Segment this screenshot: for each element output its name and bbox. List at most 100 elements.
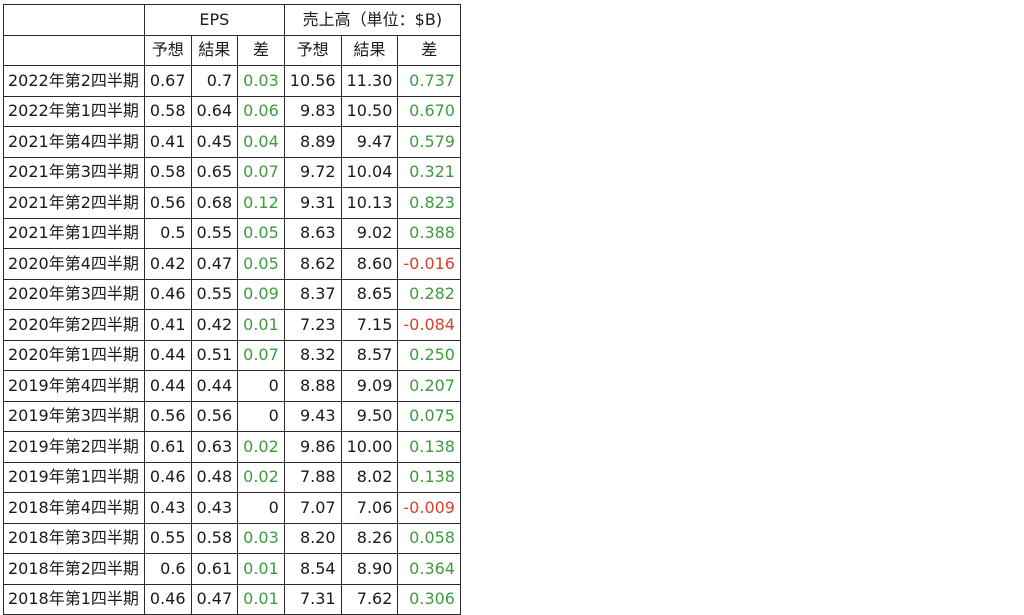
cell-eps-forecast: 0.55 <box>143 522 192 554</box>
table-row: 2018年第4四半期 0.43 0.43 0 7.07 7.06 -0.009 <box>3 492 461 524</box>
cell-revenue-forecast: 8.88 <box>283 370 342 402</box>
cell-period: 2021年第4四半期 <box>3 126 145 158</box>
header-revenue-forecast: 予想 <box>283 34 342 66</box>
cell-revenue-result: 8.60 <box>340 248 399 280</box>
cell-eps-result: 0.56 <box>190 400 239 432</box>
table-row: 2021年第2四半期 0.56 0.68 0.12 9.31 10.13 0.823 <box>3 187 461 219</box>
table-row: 2019年第1四半期 0.46 0.48 0.02 7.88 8.02 0.138 <box>3 461 461 493</box>
table-row: 2020年第3四半期 0.46 0.55 0.09 8.37 8.65 0.282 <box>3 278 461 310</box>
cell-eps-diff: 0.02 <box>237 431 285 463</box>
cell-revenue-diff: 0.670 <box>397 95 461 127</box>
cell-period: 2020年第2四半期 <box>3 309 145 341</box>
cell-revenue-diff: 0.282 <box>397 278 461 310</box>
cell-eps-diff: 0.04 <box>237 126 285 158</box>
cell-period: 2019年第2四半期 <box>3 431 145 463</box>
cell-eps-forecast: 0.61 <box>143 431 192 463</box>
cell-period: 2019年第3四半期 <box>3 400 145 432</box>
cell-revenue-forecast: 9.43 <box>283 400 342 432</box>
cell-eps-result: 0.44 <box>190 370 239 402</box>
table-row: 2021年第4四半期 0.41 0.45 0.04 8.89 9.47 0.579 <box>3 126 461 158</box>
cell-eps-diff: 0.01 <box>237 553 285 585</box>
cell-eps-forecast: 0.5 <box>143 217 192 249</box>
cell-eps-result: 0.47 <box>190 248 239 280</box>
cell-revenue-result: 7.62 <box>340 583 399 615</box>
cell-revenue-result: 11.30 <box>340 65 399 97</box>
cell-eps-diff: 0.02 <box>237 461 285 493</box>
cell-revenue-diff: 0.364 <box>397 553 461 585</box>
cell-eps-diff: 0.05 <box>237 248 285 280</box>
cell-revenue-forecast: 8.62 <box>283 248 342 280</box>
cell-eps-forecast: 0.58 <box>143 95 192 127</box>
cell-period: 2020年第1四半期 <box>3 339 145 371</box>
cell-period: 2022年第1四半期 <box>3 95 145 127</box>
cell-eps-result: 0.48 <box>190 461 239 493</box>
cell-revenue-forecast: 9.83 <box>283 95 342 127</box>
cell-eps-result: 0.45 <box>190 126 239 158</box>
cell-period: 2022年第2四半期 <box>3 65 145 97</box>
header-group-eps: EPS <box>143 4 285 36</box>
cell-revenue-result: 10.04 <box>340 156 399 188</box>
cell-revenue-forecast: 9.86 <box>283 431 342 463</box>
cell-period: 2021年第3四半期 <box>3 156 145 188</box>
cell-eps-forecast: 0.67 <box>143 65 192 97</box>
cell-eps-result: 0.42 <box>190 309 239 341</box>
cell-eps-diff: 0.06 <box>237 95 285 127</box>
table-row: 2021年第1四半期 0.5 0.55 0.05 8.63 9.02 0.388 <box>3 217 461 249</box>
cell-revenue-result: 10.13 <box>340 187 399 219</box>
table-row: 2022年第1四半期 0.58 0.64 0.06 9.83 10.50 0.670 <box>3 95 461 127</box>
header-revenue-result: 結果 <box>340 34 399 66</box>
cell-period: 2020年第4四半期 <box>3 248 145 280</box>
header-corner-cell <box>3 4 145 36</box>
header-eps-forecast: 予想 <box>143 34 192 66</box>
table-row: 2022年第2四半期 0.67 0.7 0.03 10.56 11.30 0.737 <box>3 65 461 97</box>
cell-eps-result: 0.63 <box>190 431 239 463</box>
cell-eps-forecast: 0.41 <box>143 126 192 158</box>
header-row-subcolumns: 予想 結果 差 予想 結果 差 <box>3 34 461 66</box>
cell-revenue-diff: 0.737 <box>397 65 461 97</box>
table-row: 2018年第3四半期 0.55 0.58 0.03 8.20 8.26 0.058 <box>3 522 461 554</box>
cell-eps-result: 0.68 <box>190 187 239 219</box>
cell-eps-diff: 0.01 <box>237 309 285 341</box>
cell-revenue-result: 8.90 <box>340 553 399 585</box>
table-row: 2019年第3四半期 0.56 0.56 0 9.43 9.50 0.075 <box>3 400 461 432</box>
cell-period: 2019年第1四半期 <box>3 461 145 493</box>
cell-eps-result: 0.64 <box>190 95 239 127</box>
cell-revenue-result: 9.02 <box>340 217 399 249</box>
cell-revenue-forecast: 8.63 <box>283 217 342 249</box>
header-period-cell <box>3 34 145 66</box>
table-row: 2018年第2四半期 0.6 0.61 0.01 8.54 8.90 0.364 <box>3 553 461 585</box>
cell-revenue-result: 7.15 <box>340 309 399 341</box>
table-row: 2019年第4四半期 0.44 0.44 0 8.88 9.09 0.207 <box>3 370 461 402</box>
cell-eps-diff: 0.12 <box>237 187 285 219</box>
cell-revenue-diff: 0.388 <box>397 217 461 249</box>
cell-revenue-diff: 0.321 <box>397 156 461 188</box>
cell-period: 2021年第2四半期 <box>3 187 145 219</box>
cell-revenue-diff: 0.823 <box>397 187 461 219</box>
cell-revenue-diff: 0.075 <box>397 400 461 432</box>
cell-revenue-forecast: 9.31 <box>283 187 342 219</box>
cell-revenue-result: 8.26 <box>340 522 399 554</box>
cell-revenue-forecast: 7.31 <box>283 583 342 615</box>
header-eps-result: 結果 <box>190 34 239 66</box>
table-row: 2020年第4四半期 0.42 0.47 0.05 8.62 8.60 -0.016 <box>3 248 461 280</box>
cell-revenue-result: 10.50 <box>340 95 399 127</box>
header-eps-diff: 差 <box>237 34 285 66</box>
earnings-table: EPS 売上高（単位：$B) 予想 結果 差 予想 結果 差 2022年第2四半… <box>3 4 461 615</box>
cell-eps-diff: 0 <box>237 370 285 402</box>
cell-revenue-diff: -0.016 <box>397 248 461 280</box>
cell-eps-forecast: 0.56 <box>143 187 192 219</box>
cell-eps-diff: 0 <box>237 492 285 524</box>
cell-revenue-result: 8.02 <box>340 461 399 493</box>
cell-eps-forecast: 0.44 <box>143 370 192 402</box>
table-body: 2022年第2四半期 0.67 0.7 0.03 10.56 11.30 0.737 2022… <box>3 65 461 615</box>
cell-revenue-forecast: 7.23 <box>283 309 342 341</box>
cell-revenue-forecast: 8.32 <box>283 339 342 371</box>
cell-eps-forecast: 0.41 <box>143 309 192 341</box>
cell-revenue-diff: 0.250 <box>397 339 461 371</box>
cell-period: 2018年第1四半期 <box>3 583 145 615</box>
cell-eps-diff: 0.07 <box>237 156 285 188</box>
cell-period: 2018年第2四半期 <box>3 553 145 585</box>
cell-revenue-diff: -0.084 <box>397 309 461 341</box>
cell-revenue-result: 10.00 <box>340 431 399 463</box>
cell-eps-result: 0.47 <box>190 583 239 615</box>
